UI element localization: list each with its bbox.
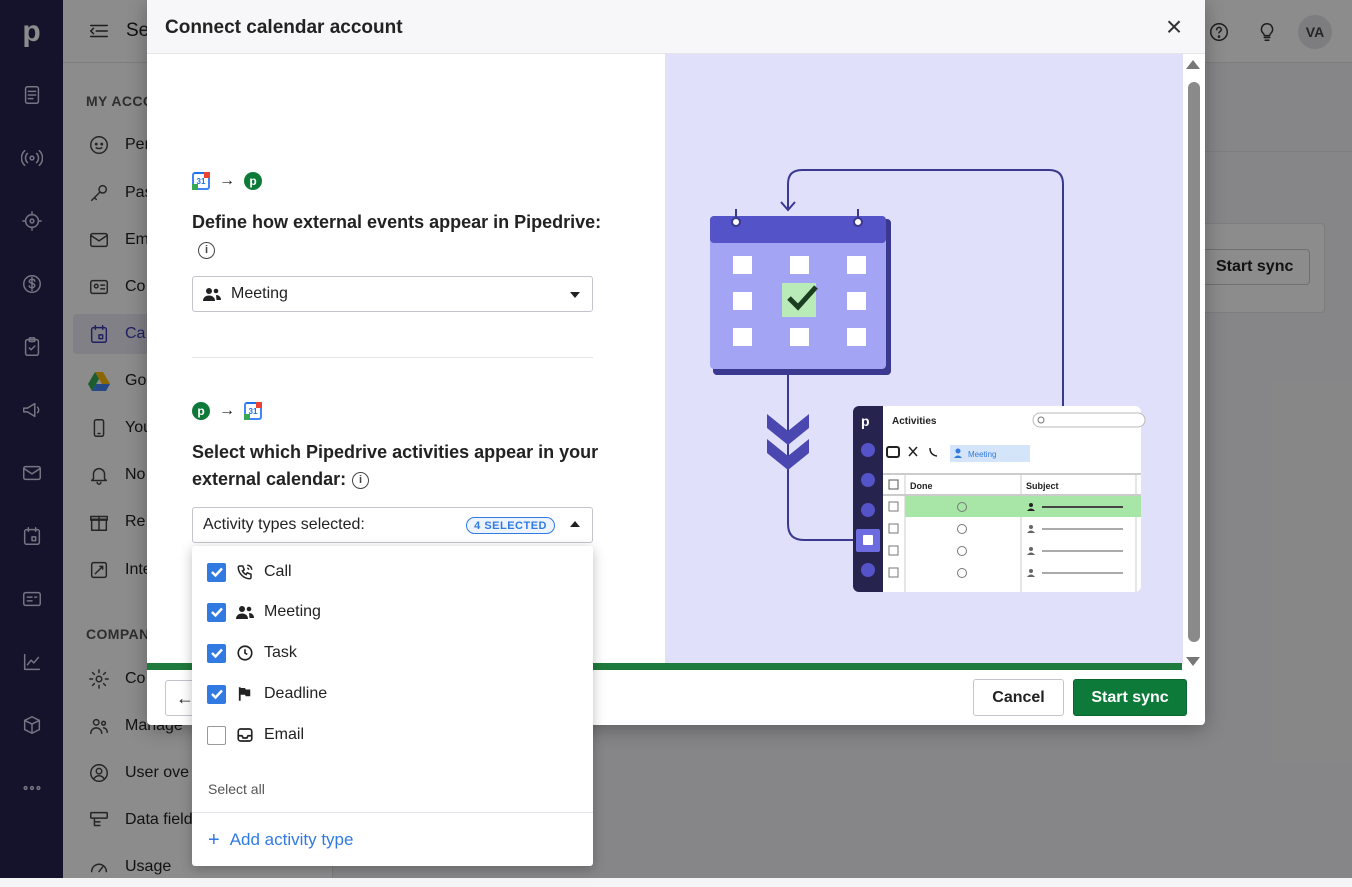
option-deadline[interactable]: Deadline (207, 679, 327, 709)
illustration-col-done: Done (910, 481, 933, 491)
modal-header: Connect calendar account × (147, 0, 1205, 54)
pipedrive-icon: p (244, 172, 262, 190)
option-label: Task (264, 644, 297, 662)
option-email[interactable]: Email (207, 720, 304, 750)
svg-text:p: p (861, 413, 870, 429)
illustration-filter-chip: Meeting (968, 450, 996, 459)
inbox-icon (236, 726, 254, 744)
flag-icon (236, 685, 254, 703)
option-call[interactable]: Call (207, 557, 292, 587)
divider (192, 812, 593, 813)
checkbox-checked[interactable] (207, 644, 226, 663)
scroll-down-icon[interactable] (1186, 657, 1200, 666)
option-label: Deadline (264, 685, 327, 703)
direction-google-to-pipedrive: 31 → p (192, 172, 262, 190)
users-icon (203, 285, 221, 303)
option-label: Meeting (264, 603, 321, 621)
activity-types-label: Activity types selected: (203, 516, 365, 534)
event-type-select[interactable]: Meeting (192, 276, 593, 312)
cancel-button[interactable]: Cancel (973, 679, 1064, 716)
section-title-pipedrive-activities: Select which Pipedrive activities appear… (192, 439, 612, 493)
divider (192, 357, 593, 358)
checkbox-checked[interactable] (207, 563, 226, 582)
chevron-up-icon (570, 521, 580, 527)
chevron-down-icon (570, 292, 580, 298)
plus-icon: + (208, 830, 220, 850)
modal-scrollbar[interactable] (1183, 54, 1205, 674)
google-calendar-icon: 31 (192, 172, 210, 190)
pipedrive-icon: p (192, 402, 210, 420)
clock-icon (236, 644, 254, 662)
illustration-panel: p Activities Meeting (665, 54, 1183, 663)
phone-icon (236, 563, 254, 581)
info-icon[interactable]: i (198, 242, 215, 259)
start-sync-button[interactable]: Start sync (1073, 679, 1187, 716)
illustration-app-title: Activities (892, 416, 937, 427)
option-label: Email (264, 726, 304, 744)
scroll-thumb[interactable] (1188, 82, 1200, 642)
option-label: Call (264, 563, 292, 581)
illustration-col-subject: Subject (1026, 481, 1059, 491)
arrow-right-icon: → (219, 172, 235, 190)
event-type-value: Meeting (231, 285, 288, 303)
option-meeting[interactable]: Meeting (207, 597, 321, 627)
sync-illustration: p Activities Meeting (665, 54, 1179, 663)
activity-types-dropdown: Call Meeting Task Deadline Email Select … (192, 546, 593, 866)
select-all-link[interactable]: Select all (208, 781, 265, 797)
section-title-text: Select which Pipedrive activities appear… (192, 442, 598, 489)
scroll-up-icon[interactable] (1186, 60, 1200, 69)
checkbox-checked[interactable] (207, 603, 226, 622)
add-activity-type-button[interactable]: + Add activity type (208, 830, 353, 850)
close-icon[interactable]: × (1161, 14, 1187, 40)
checkbox-unchecked[interactable] (207, 726, 226, 745)
section-title-text: Define how external events appear in Pip… (192, 212, 601, 232)
checkbox-checked[interactable] (207, 685, 226, 704)
section-title-external-events: Define how external events appear in Pip… (192, 209, 612, 263)
add-activity-type-label: Add activity type (230, 830, 354, 850)
arrow-right-icon: → (219, 402, 235, 420)
users-icon (236, 603, 254, 621)
selected-count-badge: 4 SELECTED (466, 517, 555, 534)
info-icon[interactable]: i (352, 472, 369, 489)
direction-pipedrive-to-google: p → 31 (192, 402, 262, 420)
activity-types-select[interactable]: Activity types selected: 4 SELECTED (192, 507, 593, 543)
option-task[interactable]: Task (207, 638, 297, 668)
google-calendar-icon: 31 (244, 402, 262, 420)
modal-title: Connect calendar account (165, 17, 403, 39)
